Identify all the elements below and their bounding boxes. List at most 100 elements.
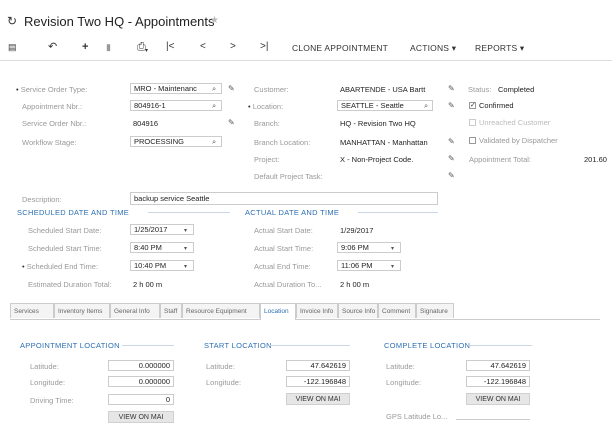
project-label: Project: — [254, 155, 280, 164]
appointment-total-value: 201.60 — [584, 155, 607, 164]
complete-latitude-field[interactable]: 47.642619 — [466, 360, 530, 371]
tab-services[interactable]: Services — [10, 303, 54, 318]
chevron-down-icon: ▾ — [451, 43, 457, 53]
reports-menu[interactable]: REPORTS ▾ — [475, 43, 524, 54]
dropdown-icon[interactable]: ▾ — [184, 227, 187, 234]
add-icon[interactable]: + — [82, 40, 88, 54]
start-view-on-map-button[interactable]: VIEW ON MAI — [286, 393, 350, 405]
tab-location[interactable]: Location — [260, 303, 296, 320]
confirmed-checkbox[interactable]: ✓ — [469, 102, 476, 109]
location-label-text: Location: — [252, 102, 284, 111]
actions-menu[interactable]: ACTIONS ▾ — [410, 43, 456, 54]
unreached-customer-label: Unreached Customer — [479, 118, 551, 127]
driving-time-field[interactable]: 0 — [108, 394, 174, 405]
appointment-longitude-field[interactable]: 0.000000 — [108, 376, 174, 387]
tab-inventory-items[interactable]: Inventory Items — [54, 303, 110, 318]
appointment-latitude-label: Latitude: — [30, 362, 59, 371]
appointment-latitude-field[interactable]: 0.000000 — [108, 360, 174, 371]
complete-view-on-map-button[interactable]: VIEW ON MAI — [466, 393, 530, 405]
dropdown-icon[interactable]: ▾ — [391, 245, 394, 252]
branch-label: Branch: — [254, 119, 280, 128]
scheduled-start-date-label: Scheduled Start Date: — [28, 226, 102, 235]
edit-pencil-icon[interactable]: ✎ — [228, 118, 235, 127]
last-record-icon[interactable]: >| — [260, 40, 268, 54]
workflow-stage-label: Workflow Stage: — [22, 138, 77, 147]
actions-label: ACTIONS — [410, 43, 450, 53]
tab-staff[interactable]: Staff — [160, 303, 182, 318]
search-icon[interactable]: ⌕ — [212, 137, 216, 147]
unreached-customer-checkbox[interactable] — [469, 119, 476, 126]
scheduled-section-heading: SCHEDULED DATE AND TIME — [17, 208, 130, 217]
notes-icon[interactable]: ▤ — [8, 40, 17, 54]
next-record-icon[interactable]: > — [230, 40, 236, 54]
driving-time-label: Driving Time: — [30, 396, 74, 405]
dropdown-icon[interactable]: ▾ — [184, 263, 187, 270]
dropdown-icon[interactable]: ▾ — [391, 263, 394, 270]
tab-comment[interactable]: Comment — [378, 303, 416, 318]
tab-source-info[interactable]: Source Info — [338, 303, 378, 318]
favorite-star-icon[interactable]: ★ — [210, 15, 219, 26]
section-divider — [358, 212, 438, 213]
complete-longitude-label: Longitude: — [386, 378, 422, 387]
service-order-type-field[interactable]: MRO - Maintenanc — [130, 83, 222, 94]
actual-start-date-value: 1/29/2017 — [340, 226, 374, 235]
customer-label: Customer: — [254, 85, 289, 94]
first-record-icon[interactable]: |< — [166, 40, 174, 54]
actual-duration-label: Actual Duration To... — [254, 280, 322, 289]
complete-longitude-field[interactable]: -122.196848 — [466, 376, 530, 387]
customer-value[interactable]: ABARTENDE - USA Bartt — [340, 85, 425, 94]
search-icon[interactable]: ⌕ — [212, 101, 216, 111]
gps-latitude-label: GPS Latitude Lo... — [386, 412, 448, 421]
scheduled-end-time-label-text: Scheduled End Time: — [26, 262, 99, 271]
edit-pencil-icon[interactable]: ✎ — [228, 84, 235, 93]
reports-label: REPORTS — [475, 43, 518, 53]
edit-pencil-icon[interactable]: ✎ — [448, 137, 455, 146]
description-field[interactable]: backup service Seattle — [130, 192, 438, 205]
workflow-stage-field[interactable]: PROCESSING — [130, 136, 222, 147]
validated-by-dispatcher-checkbox[interactable] — [469, 137, 476, 144]
tab-resource-equipment[interactable]: Resource Equipment — [182, 303, 260, 318]
appointment-nbr-field[interactable]: 804916-1 — [130, 100, 222, 111]
start-latitude-field[interactable]: 47.642619 — [286, 360, 350, 371]
refresh-icon[interactable]: ↻ — [7, 14, 17, 28]
service-order-type-label: • Service Order Type: — [16, 85, 88, 94]
location-label: • Location: — [248, 102, 284, 111]
complete-latitude-label: Latitude: — [386, 362, 415, 371]
start-location-heading: START LOCATION — [204, 341, 272, 350]
undo-icon[interactable]: ↶ — [48, 40, 57, 54]
actual-duration-value: 2 h 00 m — [340, 280, 370, 289]
search-icon[interactable]: ⌕ — [424, 101, 428, 111]
scheduled-start-time-label: Scheduled Start Time: — [28, 244, 102, 253]
toolbar: ▤ ↶ + ▮ ⎙ ▾ |< < > >| CLONE APPOINTMENT … — [0, 36, 612, 58]
section-divider — [122, 345, 174, 346]
tab-general-info[interactable]: General Info — [110, 303, 160, 318]
tab-invoice-info[interactable]: Invoice Info — [296, 303, 338, 318]
dropdown-icon[interactable]: ▾ — [184, 245, 187, 252]
edit-pencil-icon[interactable]: ✎ — [448, 84, 455, 93]
start-longitude-field[interactable]: -122.196848 — [286, 376, 350, 387]
chevron-down-icon[interactable]: ▾ — [145, 44, 148, 58]
scheduled-end-time-label: • Scheduled End Time: — [22, 262, 99, 271]
description-label: Description: — [22, 195, 62, 204]
project-value[interactable]: X - Non-Project Code. — [340, 155, 413, 164]
appointment-view-on-map-button[interactable]: VIEW ON MAI — [108, 411, 174, 423]
delete-icon[interactable]: ▮ — [106, 40, 111, 54]
actual-start-time-label: Actual Start Time: — [254, 244, 314, 253]
location-field[interactable]: SEATTLE - Seattle — [337, 100, 433, 111]
confirmed-label: Confirmed — [479, 101, 514, 110]
edit-pencil-icon[interactable]: ✎ — [448, 154, 455, 163]
estimated-duration-value: 2 h 00 m — [133, 280, 163, 289]
section-divider — [148, 212, 230, 213]
branch-value: HQ - Revision Two HQ — [340, 119, 416, 128]
edit-pencil-icon[interactable]: ✎ — [448, 101, 455, 110]
search-icon[interactable]: ⌕ — [212, 84, 216, 94]
start-longitude-label: Longitude: — [206, 378, 242, 387]
appointment-location-heading: APPOINTMENT LOCATION — [20, 341, 120, 350]
appointment-longitude-label: Longitude: — [30, 378, 66, 387]
clone-appointment-button[interactable]: CLONE APPOINTMENT — [292, 43, 388, 53]
status-value: Completed — [498, 85, 535, 94]
tab-signature[interactable]: Signature — [416, 303, 454, 318]
previous-record-icon[interactable]: < — [200, 40, 206, 54]
edit-pencil-icon[interactable]: ✎ — [448, 171, 455, 180]
branch-location-value[interactable]: MANHATTAN - Manhattan — [340, 138, 428, 147]
